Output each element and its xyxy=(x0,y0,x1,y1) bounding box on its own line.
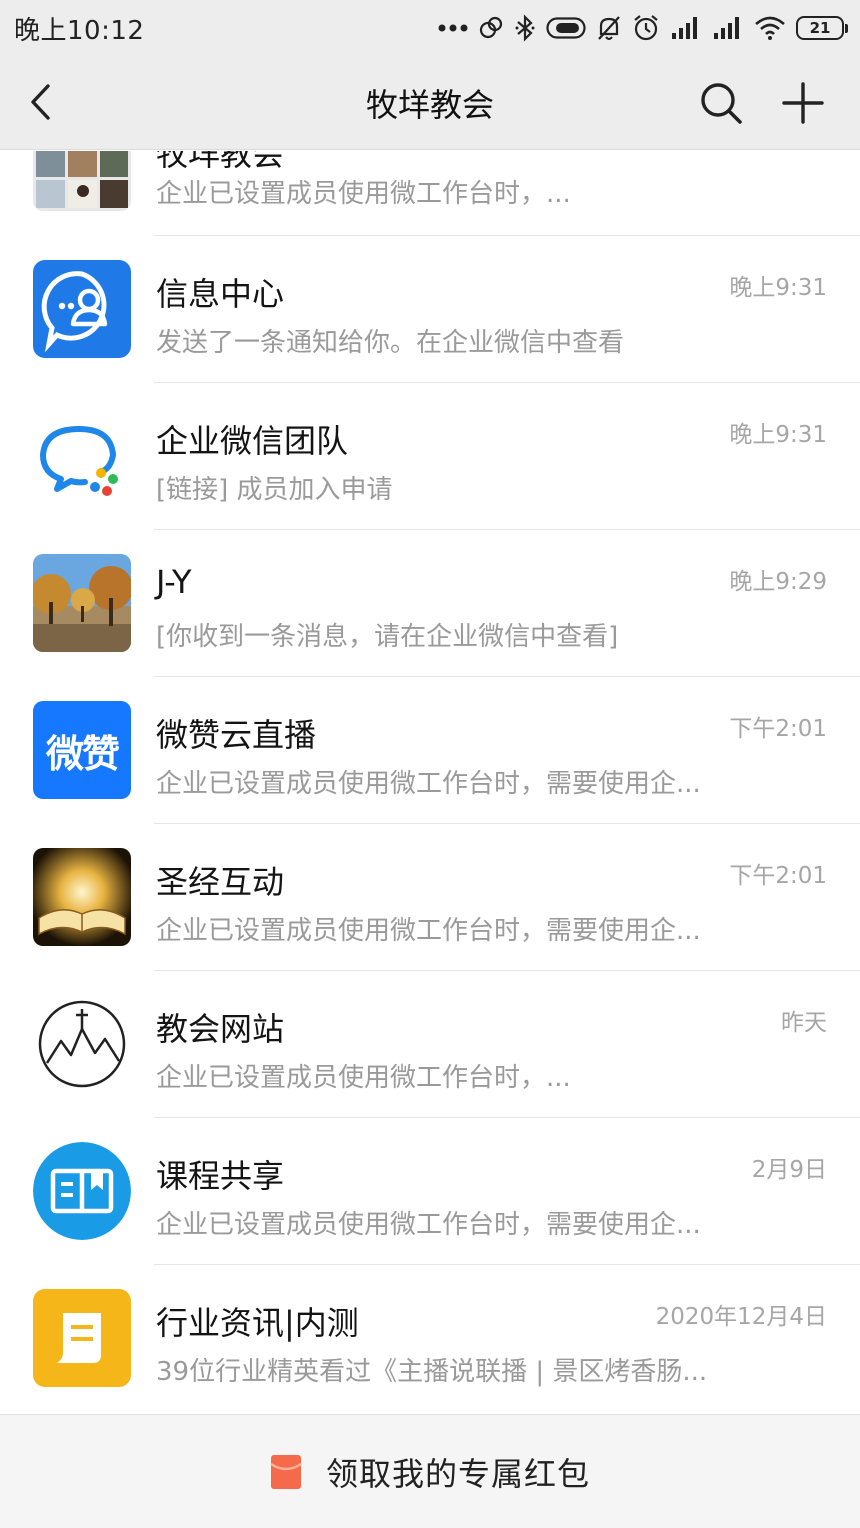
conversation-title: 牧垟教会 xyxy=(156,151,285,173)
signal-icon xyxy=(672,17,697,39)
conversation-time: 2020年12月4日 xyxy=(655,1304,827,1330)
conversation-preview: 39位行业精英看过《主播说联播 | 景区烤香肠... xyxy=(156,1357,708,1387)
banner-label: 领取我的专属红包 xyxy=(325,1454,590,1493)
conversation-title: J-Y xyxy=(156,563,192,601)
status-icons: 21 xyxy=(438,14,848,42)
conversation-time: 下午2:01 xyxy=(729,863,827,889)
weizan-logo-text: 微赞 xyxy=(45,731,120,776)
wifi-icon xyxy=(755,16,785,40)
red-envelope-banner[interactable]: 领取我的专属红包 xyxy=(0,1414,860,1528)
conversation-preview: 企业已设置成员使用微工作台时，需要使用企... xyxy=(156,769,701,799)
conversation-title: 微赞云直播 xyxy=(156,716,317,754)
battery-level: 21 xyxy=(796,16,844,40)
conversation-row-bible[interactable]: 圣经互动 下午2:01 企业已设置成员使用微工作台时，需要使用企... xyxy=(0,824,860,971)
battery-icon: 21 xyxy=(796,16,848,40)
red-envelope-icon xyxy=(270,1454,302,1489)
conversation-row-info-center[interactable]: 信息中心 晚上9:31 发送了一条通知给你。在企业微信中查看 xyxy=(0,236,860,383)
conversation-preview: 企业已设置成员使用微工作台时，需要使用企... xyxy=(156,916,701,946)
conversation-row-group[interactable]: 牧垟教会 企业已设置成员使用微工作台时，... xyxy=(0,151,860,236)
book-icon-avatar xyxy=(33,1142,131,1240)
conversation-time: 昨天 xyxy=(781,1010,827,1036)
conversation-time: 2月9日 xyxy=(751,1157,827,1183)
conversation-row-church-site[interactable]: 教会网站 昨天 企业已设置成员使用微工作台时，... xyxy=(0,971,860,1118)
status-bar: 晚上10:12 21 xyxy=(0,0,860,56)
conversation-row-weizan[interactable]: 微赞 微赞云直播 下午2:01 企业已设置成员使用微工作台时，需要使用企... xyxy=(0,677,860,824)
conversation-list: 牧垟教会 企业已设置成员使用微工作台时，... 信息中心 晚上9:31 发送了一… xyxy=(0,151,860,1413)
wecom-logo-avatar xyxy=(33,407,131,505)
church-logo-avatar xyxy=(33,995,131,1093)
conversation-preview: 企业已设置成员使用微工作台时，... xyxy=(156,179,571,209)
conversation-preview: 企业已设置成员使用微工作台时，需要使用企... xyxy=(156,1210,701,1240)
conversation-title: 行业资讯|内测 xyxy=(156,1304,359,1342)
plus-icon[interactable] xyxy=(780,80,826,126)
conversation-row-jy[interactable]: J-Y 晚上9:29 [你收到一条消息，请在企业微信中查看] xyxy=(0,530,860,677)
conversation-time: 晚上9:29 xyxy=(729,569,827,595)
conversation-row-course-share[interactable]: 课程共享 2月9日 企业已设置成员使用微工作台时，需要使用企... xyxy=(0,1118,860,1265)
conversation-title: 课程共享 xyxy=(156,1157,285,1195)
conversation-title: 教会网站 xyxy=(156,1010,285,1048)
conversation-preview: [你收到一条消息，请在企业微信中查看] xyxy=(156,622,619,652)
signal-icon xyxy=(714,17,739,39)
conversation-preview: 企业已设置成员使用微工作台时，... xyxy=(156,1063,571,1093)
conversation-title: 信息中心 xyxy=(156,275,285,313)
tree-photo-avatar xyxy=(33,554,131,652)
conversation-row-wecom-team[interactable]: 企业微信团队 晚上9:31 [链接] 成员加入申请 xyxy=(0,383,860,530)
conversation-preview: 发送了一条通知给你。在企业微信中查看 xyxy=(156,328,625,358)
alarm-icon xyxy=(634,15,658,41)
search-icon[interactable] xyxy=(698,80,744,126)
sync-icon xyxy=(479,16,503,39)
weizan-logo-avatar: 微赞 xyxy=(33,701,131,799)
mute-icon xyxy=(598,16,620,40)
bible-photo-avatar xyxy=(33,848,131,946)
conversation-title: 圣经互动 xyxy=(156,863,285,901)
conversation-time: 晚上9:31 xyxy=(729,275,827,301)
more-dots-icon xyxy=(438,24,468,32)
conversation-title: 企业微信团队 xyxy=(156,422,349,460)
bluetooth-icon xyxy=(515,14,535,42)
toggle-icon xyxy=(546,17,586,39)
group-collage-avatar xyxy=(33,151,131,211)
header-bar: 牧垟教会 xyxy=(0,56,860,150)
document-icon-avatar xyxy=(33,1289,131,1387)
info-center-avatar xyxy=(33,260,131,358)
status-time: 晚上10:12 xyxy=(14,15,145,46)
conversation-time: 晚上9:31 xyxy=(729,422,827,448)
conversation-time: 下午2:01 xyxy=(729,716,827,742)
conversation-preview: [链接] 成员加入申请 xyxy=(156,475,393,505)
conversation-row-industry-news[interactable]: 行业资讯|内测 2020年12月4日 39位行业精英看过《主播说联播 | 景区烤… xyxy=(0,1265,860,1412)
